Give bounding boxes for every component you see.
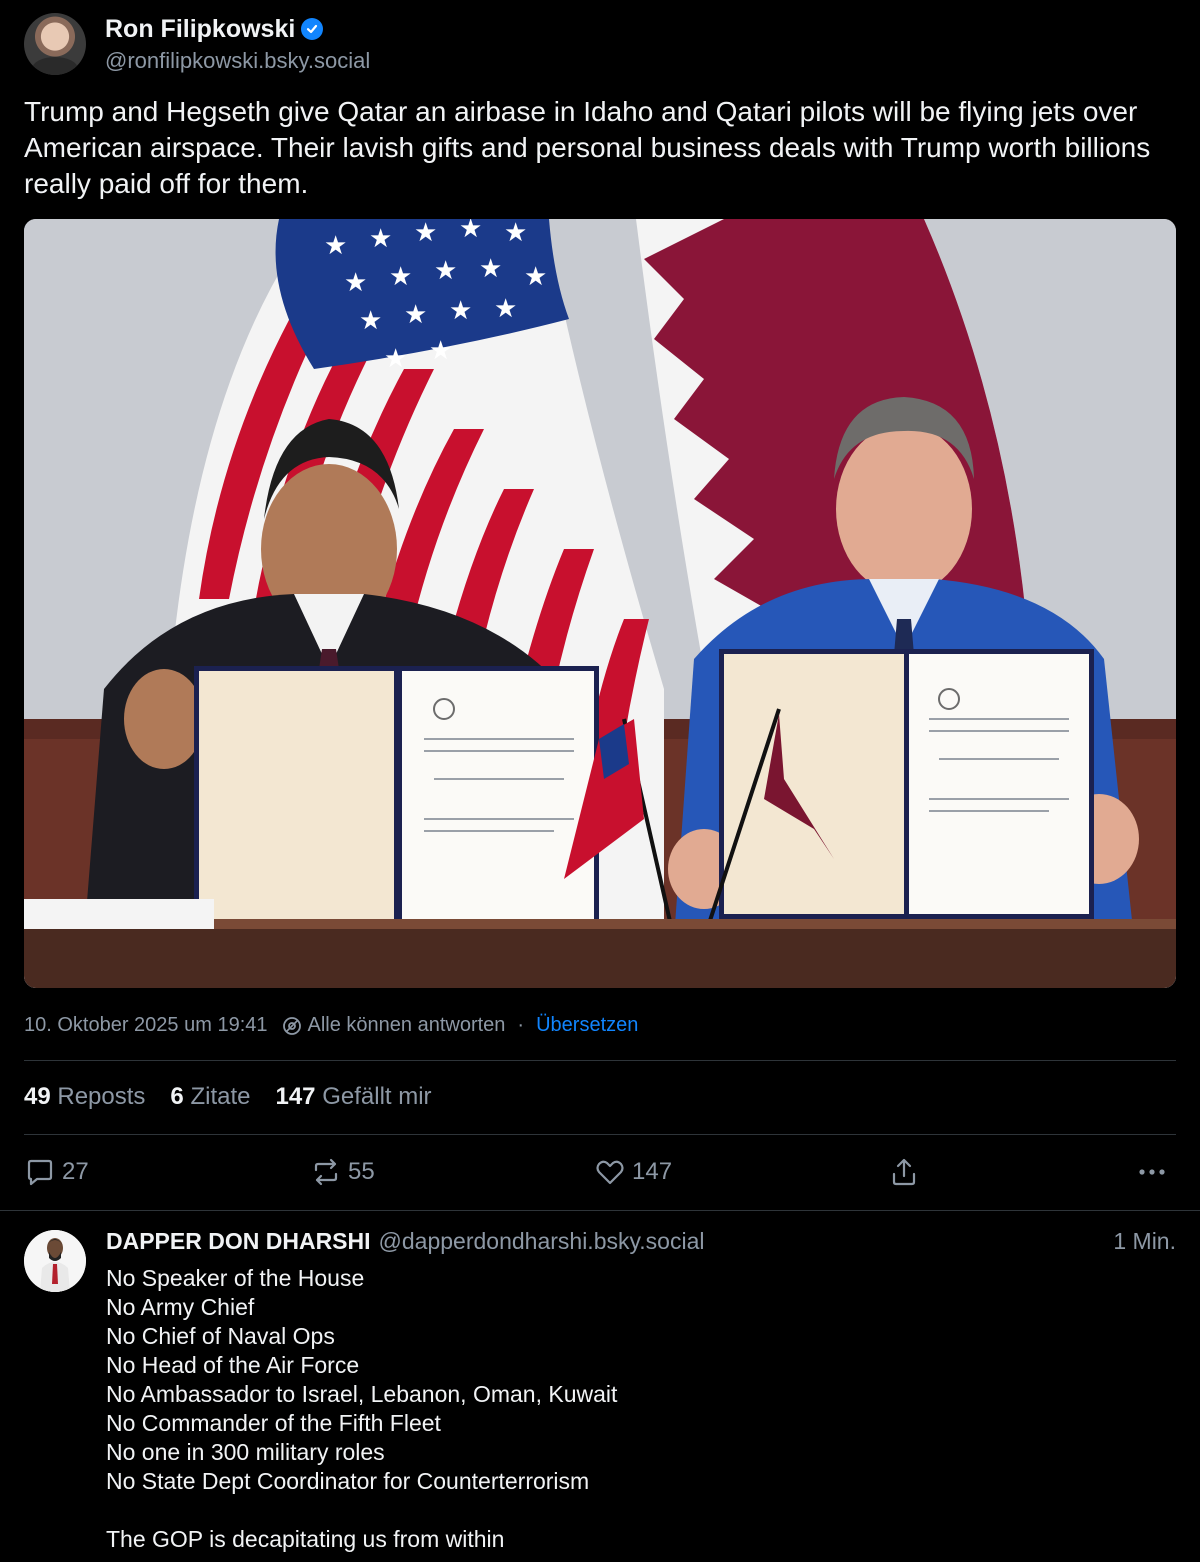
svg-text:★: ★ bbox=[324, 231, 347, 261]
reply-line: No Commander of the Fifth Fleet bbox=[106, 1410, 441, 1436]
quotes-count: 6 bbox=[170, 1083, 184, 1110]
like-count: 147 bbox=[632, 1158, 673, 1185]
divider bbox=[24, 1134, 1176, 1135]
reply-time[interactable]: 1 Min. bbox=[1113, 1228, 1176, 1255]
author-display-name[interactable]: Ron Filipkowski bbox=[105, 15, 295, 44]
reply-line: The GOP is decapitating us from within bbox=[106, 1526, 505, 1552]
likes-label: Gefällt mir bbox=[322, 1083, 432, 1110]
reply-line: No Ambassador to Israel, Lebanon, Oman, … bbox=[106, 1381, 618, 1407]
repost-icon bbox=[314, 1158, 338, 1186]
svg-text:★: ★ bbox=[344, 268, 367, 298]
meta-separator: · bbox=[517, 1014, 525, 1036]
divider bbox=[0, 1210, 1200, 1211]
svg-text:★: ★ bbox=[494, 294, 517, 324]
verified-check-icon[interactable] bbox=[301, 18, 324, 40]
svg-text:★: ★ bbox=[429, 336, 452, 366]
translate-link[interactable]: Übersetzen bbox=[536, 1014, 638, 1037]
reply-handle[interactable]: @dapperdondharshi.bsky.social bbox=[379, 1228, 705, 1255]
heart-icon bbox=[596, 1160, 624, 1185]
svg-text:★: ★ bbox=[459, 219, 482, 244]
post-header: Ron Filipkowski @ronfilipkowski.bsky.soc… bbox=[24, 12, 370, 76]
reply-line: No Speaker of the House bbox=[106, 1265, 365, 1291]
quotes-stat[interactable]: 6 Zitate bbox=[170, 1083, 250, 1111]
repost-button[interactable]: 55 bbox=[310, 1152, 375, 1192]
like-button[interactable]: 147 bbox=[594, 1152, 672, 1192]
reply-setting-icon bbox=[282, 1016, 302, 1036]
reposts-label: Reposts bbox=[57, 1083, 146, 1110]
post-image[interactable]: ★ ★ ★ ★ ★ ★ ★ ★ ★ ★ ★ ★ ★ ★ ★ ★ bbox=[24, 219, 1176, 988]
reply-count: 27 bbox=[62, 1158, 89, 1185]
post-timestamp[interactable]: 10. Oktober 2025 um 19:41 bbox=[24, 1014, 268, 1037]
author-info: Ron Filipkowski @ronfilipkowski.bsky.soc… bbox=[105, 15, 370, 74]
share-icon bbox=[892, 1158, 916, 1186]
reply-button[interactable]: 27 bbox=[24, 1152, 89, 1192]
reply-author-avatar[interactable] bbox=[24, 1230, 86, 1292]
svg-text:★: ★ bbox=[434, 256, 457, 286]
svg-text:★: ★ bbox=[384, 344, 407, 374]
reposts-stat[interactable]: 49 Reposts bbox=[24, 1083, 145, 1111]
reply-line: No Army Chief bbox=[106, 1294, 255, 1320]
signing-ceremony-photo: ★ ★ ★ ★ ★ ★ ★ ★ ★ ★ ★ ★ ★ ★ ★ ★ bbox=[24, 219, 1176, 988]
svg-text:★: ★ bbox=[449, 296, 472, 326]
author-handle[interactable]: @ronfilipkowski.bsky.social bbox=[105, 48, 370, 74]
more-options-button[interactable] bbox=[1136, 1152, 1174, 1192]
svg-text:★: ★ bbox=[504, 219, 527, 248]
reply-line: No Head of the Air Force bbox=[106, 1352, 360, 1378]
likes-count: 147 bbox=[275, 1083, 316, 1110]
svg-text:★: ★ bbox=[389, 262, 412, 292]
reply-line: No Chief of Naval Ops bbox=[106, 1323, 335, 1349]
reply-bubble-icon bbox=[27, 1159, 53, 1186]
author-name-row[interactable]: Ron Filipkowski bbox=[105, 15, 370, 44]
post-stats: 49 Reposts 6 Zitate 147 Gefällt mir bbox=[24, 1083, 457, 1111]
post-text: Trump and Hegseth give Qatar an airbase … bbox=[24, 96, 1151, 199]
reply-line bbox=[106, 1496, 617, 1525]
svg-text:★: ★ bbox=[414, 219, 437, 248]
svg-text:★: ★ bbox=[359, 306, 382, 336]
reply-header: DAPPER DON DHARSHI @dapperdondharshi.bsk… bbox=[106, 1228, 1176, 1255]
svg-text:★: ★ bbox=[404, 300, 427, 330]
reply-text: No Speaker of the House No Army Chief No… bbox=[106, 1264, 617, 1554]
svg-text:★: ★ bbox=[524, 262, 547, 292]
reposts-count: 49 bbox=[24, 1083, 51, 1110]
likes-stat[interactable]: 147 Gefällt mir bbox=[275, 1083, 431, 1111]
ellipsis-icon bbox=[1139, 1169, 1165, 1175]
post-meta: 10. Oktober 2025 um 19:41 Alle können an… bbox=[24, 1014, 638, 1037]
svg-text:★: ★ bbox=[479, 254, 502, 284]
repost-count: 55 bbox=[348, 1158, 375, 1185]
svg-text:★: ★ bbox=[369, 224, 392, 254]
reply-display-name[interactable]: DAPPER DON DHARSHI bbox=[106, 1228, 371, 1255]
reply-line: No one in 300 military roles bbox=[106, 1439, 385, 1465]
reply-avatar-image bbox=[24, 1230, 86, 1292]
author-avatar[interactable] bbox=[24, 13, 86, 75]
share-button[interactable] bbox=[888, 1152, 926, 1192]
divider bbox=[24, 1060, 1176, 1061]
quotes-label: Zitate bbox=[190, 1083, 251, 1110]
reply-setting-label: Alle können antworten bbox=[307, 1014, 506, 1036]
reply-line: No State Dept Coordinator for Counterter… bbox=[106, 1468, 590, 1494]
action-bar: 27 55 147 bbox=[24, 1152, 1176, 1192]
